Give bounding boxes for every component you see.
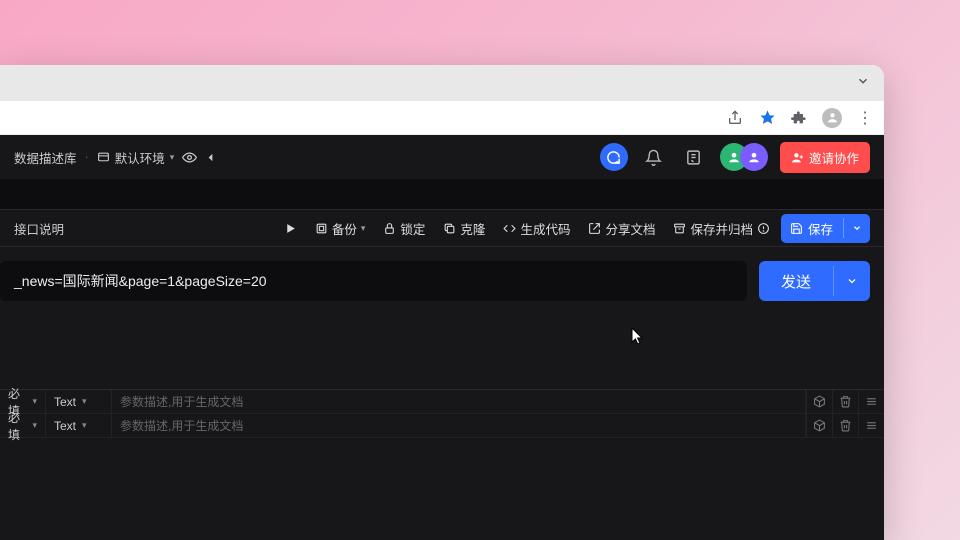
tab-overflow-chevron-icon[interactable]	[856, 74, 870, 88]
archive-button[interactable]: 保存并归档	[666, 215, 777, 242]
extensions-icon[interactable]	[790, 109, 808, 127]
delete-icon[interactable]	[832, 414, 858, 437]
invite-collaborate-button[interactable]: 邀请协作	[780, 142, 870, 173]
chrome-toolbar: ⋮	[0, 101, 884, 135]
param-row: 必填▾ Text▾	[0, 414, 884, 438]
send-button[interactable]: 发送	[759, 261, 870, 301]
breadcrumb-item[interactable]: 数据描述库	[14, 148, 77, 167]
menu-icon[interactable]	[858, 414, 884, 437]
send-dropdown[interactable]	[833, 266, 870, 296]
avatar	[740, 143, 768, 171]
notes-icon[interactable]	[680, 143, 708, 171]
params-table: 必填▾ Text▾ 必填▾ Text▾	[0, 389, 884, 438]
app-topbar: 数据描述库 · 默认环境 ▾	[0, 135, 884, 179]
collaborator-avatars[interactable]	[720, 143, 768, 171]
lock-button[interactable]: 锁定	[376, 215, 432, 242]
action-toolbar: 接口说明 备份▾ 锁定 克隆 生成代码 分享	[0, 209, 884, 247]
run-button[interactable]	[277, 218, 304, 239]
browser-window: ⋮ 数据描述库 · 默认环境 ▾	[0, 65, 884, 540]
share-doc-button[interactable]: 分享文档	[581, 215, 662, 242]
generate-code-button[interactable]: 生成代码	[496, 215, 577, 242]
env-selector[interactable]: 默认环境 ▾	[97, 148, 175, 167]
backup-button[interactable]: 备份▾	[308, 215, 373, 242]
notifications-icon[interactable]	[640, 143, 668, 171]
save-button[interactable]: 保存	[781, 214, 870, 243]
request-url-input[interactable]: _news=国际新闻&page=1&pageSize=20	[0, 261, 747, 301]
tab-api-description[interactable]: 接口说明	[14, 219, 64, 238]
cube-icon[interactable]	[806, 414, 832, 437]
chevron-down-icon: ▾	[170, 152, 175, 163]
delete-icon[interactable]	[832, 390, 858, 413]
save-dropdown[interactable]	[843, 218, 870, 238]
breadcrumb-separator: ·	[85, 150, 89, 164]
clone-button[interactable]: 克隆	[436, 215, 492, 242]
type-select[interactable]: Text▾	[46, 390, 112, 413]
param-row: 必填▾ Text▾	[0, 390, 884, 414]
profile-avatar-icon[interactable]	[822, 108, 842, 128]
required-select[interactable]: 必填▾	[0, 414, 46, 437]
chrome-tabstrip	[0, 65, 884, 101]
share-icon[interactable]	[726, 109, 744, 127]
collapse-left-icon[interactable]	[205, 152, 216, 163]
menu-icon[interactable]	[858, 390, 884, 413]
request-row: _news=国际新闻&page=1&pageSize=20 发送	[0, 247, 884, 301]
sync-button[interactable]	[600, 143, 628, 171]
type-select[interactable]: Text▾	[46, 414, 112, 437]
visibility-toggle-icon[interactable]	[182, 150, 197, 165]
kebab-menu-icon[interactable]: ⋮	[856, 109, 874, 127]
bookmark-star-icon[interactable]	[758, 109, 776, 127]
description-input[interactable]	[120, 419, 797, 433]
description-input[interactable]	[120, 395, 797, 409]
app-root: 数据描述库 · 默认环境 ▾	[0, 135, 884, 540]
cube-icon[interactable]	[806, 390, 832, 413]
